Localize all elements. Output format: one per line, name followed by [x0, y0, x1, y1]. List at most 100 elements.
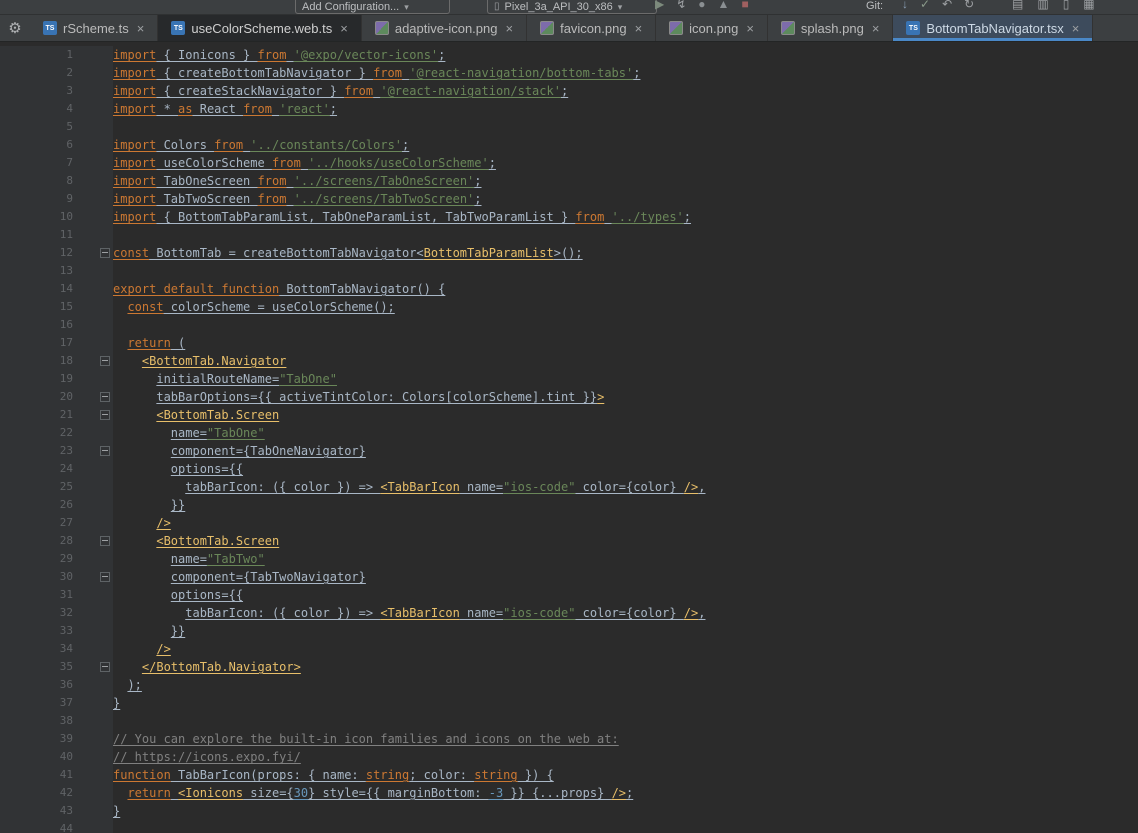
profiler-icon[interactable]: ▲ [718, 0, 730, 11]
gutter[interactable]: 5 [0, 118, 113, 136]
code-line[interactable]: 2 import { createBottomTabNavigator } fro… [0, 64, 1138, 82]
code-line[interactable]: 33 }} [0, 622, 1138, 640]
gutter[interactable]: 4 [0, 100, 113, 118]
line-number[interactable]: 23 [0, 442, 77, 460]
line-number[interactable]: 44 [0, 820, 77, 833]
tab-adaptive-icon-png[interactable]: adaptive-icon.png × [362, 15, 528, 41]
tab-favicon-png[interactable]: favicon.png × [527, 15, 657, 41]
gutter[interactable]: 17 [0, 334, 113, 352]
editor-lines[interactable]: 1 import { Ionicons } from '@expo/vector-… [0, 42, 1138, 833]
history-icon[interactable]: ↻ [964, 0, 974, 11]
device-manager-icon[interactable]: ▤ [1012, 0, 1023, 11]
run-configuration-select[interactable]: Add Configuration... ▾ [295, 0, 450, 14]
gutter[interactable]: 22 [0, 424, 113, 442]
code-line[interactable]: 43} [0, 802, 1138, 820]
line-number[interactable]: 15 [0, 298, 77, 316]
fold-marker-icon[interactable] [100, 536, 110, 546]
fold-marker-icon[interactable] [100, 410, 110, 420]
gutter[interactable]: 13 [0, 262, 113, 280]
code-line[interactable]: 23 component={TabOneNavigator} [0, 442, 1138, 460]
line-number[interactable]: 36 [0, 676, 77, 694]
line-number[interactable]: 32 [0, 604, 77, 622]
line-number[interactable]: 13 [0, 262, 77, 280]
line-number[interactable]: 22 [0, 424, 77, 442]
tab-bottomtabnavigator-tsx[interactable]: TS BottomTabNavigator.tsx × [893, 15, 1094, 41]
code-line[interactable]: 21 <BottomTab.Screen [0, 406, 1138, 424]
sdk-manager-icon[interactable]: ▦ [1083, 0, 1094, 11]
code-line[interactable]: 22 name="TabOne" [0, 424, 1138, 442]
line-number[interactable]: 33 [0, 622, 77, 640]
code-line[interactable]: 5 [0, 118, 1138, 136]
gutter[interactable]: 42 [0, 784, 113, 802]
line-number[interactable]: 43 [0, 802, 77, 820]
line-number[interactable]: 10 [0, 208, 77, 226]
gutter[interactable]: 1 [0, 46, 113, 64]
code-line[interactable]: 8 import TabOneScreen from '../screens/Ta… [0, 172, 1138, 190]
tab-rscheme-ts[interactable]: TS rScheme.ts × [30, 15, 159, 41]
gutter[interactable]: 24 [0, 460, 113, 478]
tab-splash-png[interactable]: splash.png × [768, 15, 894, 41]
gutter[interactable]: 15 [0, 298, 113, 316]
code-line[interactable]: 20 tabBarOptions={{ activeTintColor: Col… [0, 388, 1138, 406]
line-number[interactable]: 41 [0, 766, 77, 784]
gutter[interactable]: 44 [0, 820, 113, 833]
device-select[interactable]: ▯ Pixel_3a_API_30_x86 ▾ [487, 0, 657, 14]
code-line[interactable]: 15 const colorScheme = useColorScheme(); [0, 298, 1138, 316]
tab-usecolorscheme-web-ts[interactable]: TS useColorScheme.web.ts × [158, 15, 362, 41]
gutter[interactable]: 14 [0, 280, 113, 298]
line-number[interactable]: 42 [0, 784, 77, 802]
code-line[interactable]: 1 import { Ionicons } from '@expo/vector-… [0, 46, 1138, 64]
code-line[interactable]: 10 import { BottomTabParamList, TabOnePar… [0, 208, 1138, 226]
code-line[interactable]: 36 ); [0, 676, 1138, 694]
line-number[interactable]: 14 [0, 280, 77, 298]
code-line[interactable]: 9 import TabTwoScreen from '../screens/Ta… [0, 190, 1138, 208]
code-line[interactable]: 26 }} [0, 496, 1138, 514]
gutter[interactable]: 19 [0, 370, 113, 388]
gutter[interactable]: 6 [0, 136, 113, 154]
gutter[interactable]: 32 [0, 604, 113, 622]
line-number[interactable]: 29 [0, 550, 77, 568]
code-line[interactable]: 14 export default function BottomTabNavig… [0, 280, 1138, 298]
gutter[interactable]: 40 [0, 748, 113, 766]
gutter[interactable]: 8 [0, 172, 113, 190]
close-tab-icon[interactable]: × [137, 21, 145, 36]
gutter[interactable]: 34 [0, 640, 113, 658]
gutter[interactable]: 9 [0, 190, 113, 208]
commit-icon[interactable]: ✓ [920, 0, 930, 11]
logcat-icon[interactable]: ▥ [1037, 0, 1048, 11]
gutter[interactable]: 30 [0, 568, 113, 586]
code-line[interactable]: 11 [0, 226, 1138, 244]
line-number[interactable]: 21 [0, 406, 77, 424]
code-line[interactable]: 37} [0, 694, 1138, 712]
line-number[interactable]: 9 [0, 190, 77, 208]
close-tab-icon[interactable]: × [340, 21, 348, 36]
debug-icon[interactable]: ● [698, 0, 705, 11]
gutter[interactable]: 36 [0, 676, 113, 694]
fold-marker-icon[interactable] [100, 356, 110, 366]
line-number[interactable]: 24 [0, 460, 77, 478]
code-line[interactable]: 34 /> [0, 640, 1138, 658]
code-line[interactable]: 44 [0, 820, 1138, 833]
line-number[interactable]: 30 [0, 568, 77, 586]
line-number[interactable]: 18 [0, 352, 77, 370]
gutter[interactable]: 27 [0, 514, 113, 532]
line-number[interactable]: 39 [0, 730, 77, 748]
line-number[interactable]: 31 [0, 586, 77, 604]
code-line[interactable]: 17 return ( [0, 334, 1138, 352]
gutter[interactable]: 12 [0, 244, 113, 262]
code-line[interactable]: 3 import { createStackNavigator } from '@… [0, 82, 1138, 100]
line-number[interactable]: 35 [0, 658, 77, 676]
code-line[interactable]: 24 options={{ [0, 460, 1138, 478]
gutter[interactable]: 35 [0, 658, 113, 676]
line-number[interactable]: 28 [0, 532, 77, 550]
line-number[interactable]: 4 [0, 100, 77, 118]
code-line[interactable]: 32 tabBarIcon: ({ color }) => <TabBarIco… [0, 604, 1138, 622]
code-line[interactable]: 31 options={{ [0, 586, 1138, 604]
settings-gear-icon[interactable]: ⚙ [0, 15, 30, 41]
line-number[interactable]: 6 [0, 136, 77, 154]
code-line[interactable]: 35 </BottomTab.Navigator> [0, 658, 1138, 676]
line-number[interactable]: 11 [0, 226, 77, 244]
gutter[interactable]: 10 [0, 208, 113, 226]
code-line[interactable]: 25 tabBarIcon: ({ color }) => <TabBarIco… [0, 478, 1138, 496]
code-line[interactable]: 38 [0, 712, 1138, 730]
